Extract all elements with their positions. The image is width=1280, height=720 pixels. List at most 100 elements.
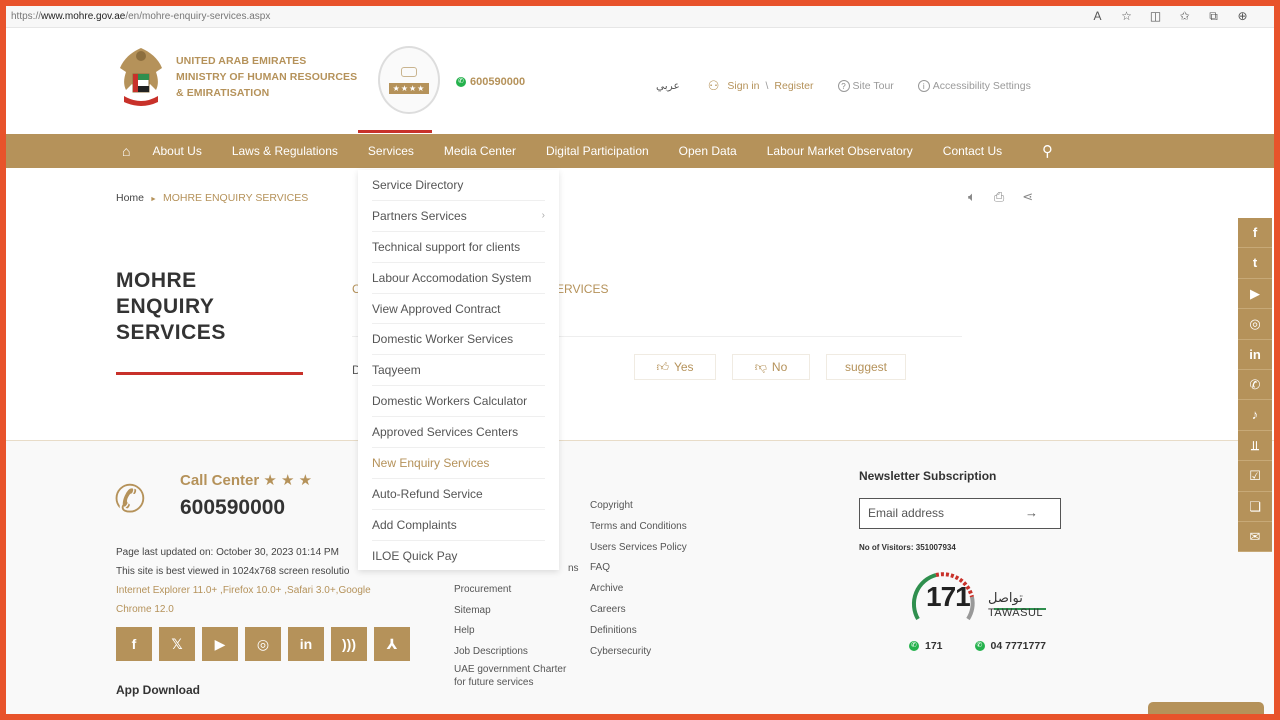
visitor-count: No of Visitors: 351007934 <box>859 543 956 552</box>
footer-social-links: f 𝕏 ▶ ◎ in ))) ⅄ <box>116 627 410 661</box>
instagram-icon[interactable]: ◎ <box>1238 309 1272 340</box>
read-aloud-icon[interactable]: A <box>1090 9 1105 24</box>
facebook-icon[interactable]: f <box>1238 218 1272 249</box>
address-bar[interactable]: https://www.mohre.gov.ae/en/mohre-enquir… <box>6 6 1274 28</box>
footer-link-archive[interactable]: Archive <box>590 579 687 600</box>
linkedin-icon[interactable]: in <box>288 627 324 661</box>
footer-link-job-descriptions[interactable]: Job Descriptions <box>454 642 574 663</box>
print-icon[interactable]: ⎙ <box>994 189 1004 205</box>
yes-button[interactable]: 👍︎ Yes <box>634 354 716 380</box>
footer-link-faq[interactable]: FAQ <box>590 558 687 579</box>
header-phone[interactable]: ✆ 600590000 <box>456 76 525 88</box>
suggest-label: suggest <box>844 360 888 374</box>
checklist-icon[interactable]: ☑ <box>1238 461 1272 492</box>
nav-services[interactable]: Services <box>368 144 414 158</box>
notification-bell-icon[interactable]: ♪ <box>1238 400 1272 431</box>
thumbs-up-icon: 👍︎ <box>656 359 669 374</box>
footer-link-users-policy[interactable]: Users Services Policy <box>590 538 687 559</box>
menu-item-domestic-worker-services[interactable]: Domestic Worker Services <box>372 324 545 356</box>
nav-contact-us[interactable]: Contact Us <box>943 144 1002 158</box>
whatsapp-icon[interactable]: ✆ <box>1238 369 1272 401</box>
menu-item-labour-accomodation[interactable]: Labour Accomodation System <box>372 263 545 294</box>
footer-link-careers[interactable]: Careers <box>590 600 687 621</box>
favorite-star-icon[interactable]: ☆ <box>1119 9 1134 24</box>
nav-labour-market-observatory[interactable]: Labour Market Observatory <box>767 144 913 158</box>
breadcrumb-separator-icon: ► <box>150 196 157 203</box>
menu-item-taqyeem[interactable]: Taqyeem <box>372 355 545 387</box>
submit-arrow-icon[interactable]: → <box>1025 499 1038 527</box>
menu-item-auto-refund[interactable]: Auto-Refund Service <box>372 479 545 510</box>
menu-item-iloe-quick-pay[interactable]: ILOE Quick Pay <box>372 541 545 572</box>
footer-link-definitions[interactable]: Definitions <box>590 621 687 642</box>
star-rating-badge: ★★★★ <box>378 46 440 114</box>
suggest-button[interactable]: suggest <box>826 354 906 380</box>
chart-icon[interactable]: ⫫ <box>1238 430 1272 462</box>
footer-link-cybersecurity[interactable]: Cybersecurity <box>590 642 687 663</box>
footer-link-partial[interactable]: ns <box>568 559 579 580</box>
split-screen-icon[interactable]: ◫ <box>1148 9 1163 24</box>
footer-links-col2: Copyright Terms and Conditions Users Ser… <box>590 496 687 662</box>
share-icon[interactable]: ⋖ <box>1022 189 1033 205</box>
chat-widget-tab[interactable] <box>1148 702 1264 714</box>
x-twitter-icon[interactable]: 𝕏 <box>159 627 195 661</box>
page-title-line-3: SERVICES <box>116 321 226 344</box>
menu-item-partners-services[interactable]: Partners Services › <box>372 201 545 232</box>
speaker-icon[interactable]: 🔈︎ <box>968 189 976 205</box>
linkedin-icon[interactable]: in <box>1238 339 1272 370</box>
footer-link-procurement[interactable]: Procurement <box>454 580 574 601</box>
badge-logo-icon <box>401 66 417 77</box>
footer-link-copyright[interactable]: Copyright <box>590 496 687 517</box>
accessibility-link[interactable]: i Accessibility Settings <box>917 80 1031 92</box>
nav-about-us[interactable]: About Us <box>152 144 201 158</box>
tawasul-phone-1[interactable]: 171 <box>925 640 943 652</box>
facebook-icon[interactable]: f <box>116 627 152 661</box>
site-tour-link[interactable]: ? Site Tour <box>837 80 894 92</box>
youtube-icon[interactable]: ▶ <box>202 627 238 661</box>
call-center-number[interactable]: 600590000 <box>180 496 285 520</box>
whatsapp-icon: ✆ <box>909 641 919 651</box>
home-icon[interactable]: ⌂ <box>122 143 130 159</box>
menu-item-new-enquiry-services[interactable]: New Enquiry Services <box>372 448 545 479</box>
collections-icon[interactable]: ⧉ <box>1206 9 1221 24</box>
tawasul-phone-2[interactable]: 04 7771777 <box>991 640 1046 652</box>
pdf-icon[interactable]: ⅄ <box>374 627 410 661</box>
rss-icon[interactable]: ))) <box>331 627 367 661</box>
chat-icon[interactable]: ❏ <box>1238 491 1272 522</box>
nav-open-data[interactable]: Open Data <box>679 144 737 158</box>
breadcrumb-current: MOHRE ENQUIRY SERVICES <box>162 192 309 204</box>
tawasul-english: TAWASUL <box>988 607 1044 619</box>
footer-link-uae-charter[interactable]: UAE government Charter for future servic… <box>454 663 574 689</box>
menu-item-technical-support[interactable]: Technical support for clients <box>372 232 545 263</box>
menu-item-service-directory[interactable]: Service Directory <box>372 170 545 201</box>
ministry-logo[interactable]: UNITED ARAB EMIRATES MINISTRY OF HUMAN R… <box>114 44 357 110</box>
whatsapp-icon: ✆ <box>974 641 985 651</box>
no-button[interactable]: 👎︎ No <box>732 354 810 380</box>
nav-media-center[interactable]: Media Center <box>444 144 516 158</box>
menu-item-approved-services-centers[interactable]: Approved Services Centers <box>372 417 545 449</box>
breadcrumb-home[interactable]: Home <box>116 192 144 204</box>
youtube-icon[interactable]: ▶ <box>1238 278 1272 310</box>
newsletter-email-input[interactable]: Email address → <box>859 498 1061 529</box>
register-link[interactable]: Register <box>774 80 813 92</box>
extension-icon[interactable]: ⊕ <box>1235 9 1250 24</box>
site-tour-label: Site Tour <box>852 80 894 92</box>
instagram-icon[interactable]: ◎ <box>245 627 281 661</box>
twitter-icon[interactable]: t <box>1238 248 1272 279</box>
menu-item-view-approved-contract[interactable]: View Approved Contract <box>372 294 545 325</box>
menu-item-add-complaints[interactable]: Add Complaints <box>372 510 545 541</box>
sign-in-link[interactable]: Sign in <box>727 80 759 92</box>
tawasul-phones: ✆ 171 ✆ 04 7771777 <box>909 640 1046 652</box>
nav-digital-participation[interactable]: Digital Participation <box>546 144 649 158</box>
arabic-link[interactable]: عربي <box>656 80 680 92</box>
feedback-icon[interactable]: ✉ <box>1238 521 1272 553</box>
menu-item-domestic-workers-calculator[interactable]: Domestic Workers Calculator <box>372 386 545 418</box>
footer-link-sitemap[interactable]: Sitemap <box>454 601 574 622</box>
search-icon[interactable]: ⚲ <box>1042 142 1053 160</box>
ministry-line-2: MINISTRY OF HUMAN RESOURCES <box>176 71 358 83</box>
favorites-icon[interactable]: ✩ <box>1177 9 1192 24</box>
nav-laws-regulations[interactable]: Laws & Regulations <box>232 144 338 158</box>
floating-social-bar: f t ▶ ◎ in ✆ ♪ ⫫ ☑ ❏ ✉ <box>1238 218 1272 553</box>
footer-link-help[interactable]: Help <box>454 621 574 642</box>
footer-link-terms[interactable]: Terms and Conditions <box>590 517 687 538</box>
link-separator: \ <box>765 80 769 92</box>
